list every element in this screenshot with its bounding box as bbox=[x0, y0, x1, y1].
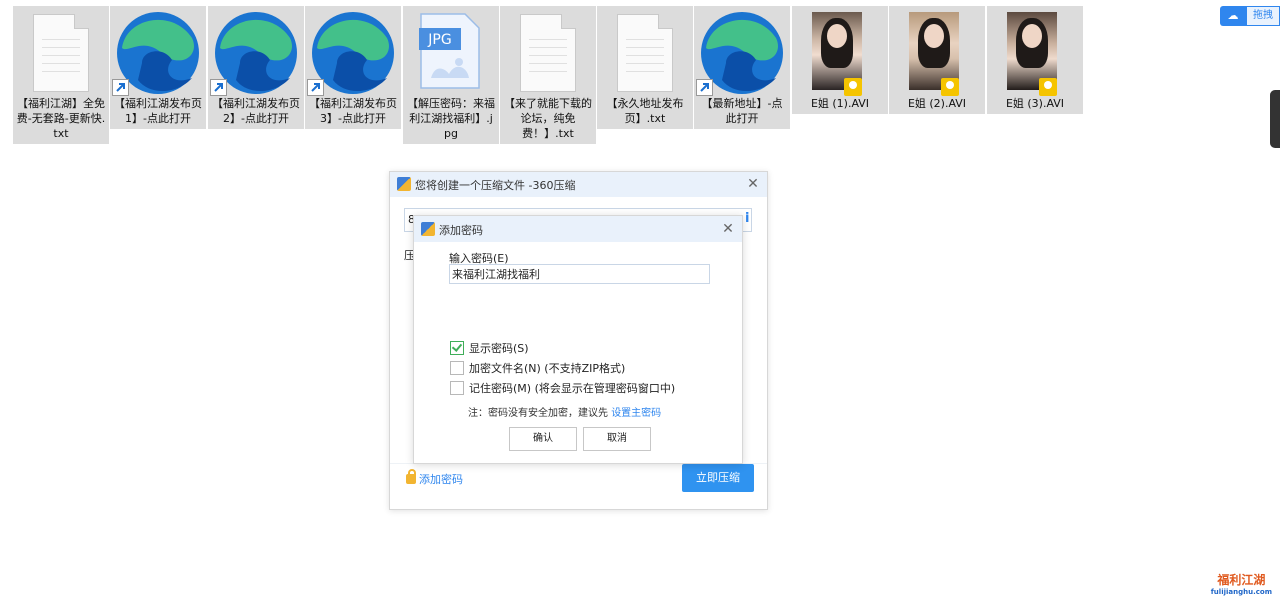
file-item-video[interactable]: E姐 (3).AVI bbox=[987, 6, 1083, 114]
shortcut-arrow-icon bbox=[307, 79, 324, 96]
confirm-button[interactable]: 确认 bbox=[509, 427, 577, 451]
file-label: 【福利江湖发布页1】-点此打开 bbox=[114, 97, 202, 125]
file-label: 【永久地址发布页】.txt bbox=[606, 97, 684, 125]
file-item-video[interactable]: E姐 (2).AVI bbox=[889, 6, 985, 114]
player-icon bbox=[941, 78, 959, 96]
file-item-txt[interactable]: 【永久地址发布页】.txt bbox=[597, 6, 693, 129]
file-label: E姐 (2).AVI bbox=[907, 97, 967, 110]
compress-dialog-titlebar: 您将创建一个压缩文件 -360压缩 ✕ bbox=[390, 172, 767, 197]
file-item-txt[interactable]: 【来了就能下载的论坛，纯免费！】.txt bbox=[500, 6, 596, 144]
checkbox-checked-icon bbox=[450, 341, 464, 355]
compress-now-button[interactable]: 立即压缩 bbox=[682, 464, 754, 492]
compress-dialog-title: 您将创建一个压缩文件 -360压缩 bbox=[415, 179, 576, 192]
file-item-shortcut[interactable]: 【最新地址】-点此打开 bbox=[694, 6, 790, 129]
close-icon[interactable]: ✕ bbox=[721, 222, 735, 236]
note-text: 注：密码没有安全加密，建议先 bbox=[468, 408, 612, 419]
video-thumbnail bbox=[889, 6, 985, 96]
set-master-password-link[interactable]: 设置主密码 bbox=[611, 408, 661, 419]
file-item-jpg[interactable]: JPG 【解压密码：来福利江湖找福利】.jpg bbox=[403, 6, 499, 144]
add-password-label: 添加密码 bbox=[419, 473, 463, 486]
browse-icon[interactable]: i bbox=[745, 210, 753, 228]
checkbox-label: 记住密码(M) (将会显示在管理密码窗口中) bbox=[469, 382, 676, 395]
player-icon bbox=[1039, 78, 1057, 96]
password-input[interactable] bbox=[449, 264, 710, 284]
video-thumbnail bbox=[792, 6, 888, 96]
file-item-shortcut[interactable]: 【福利江湖发布页3】-点此打开 bbox=[305, 6, 401, 129]
edge-browser-icon bbox=[694, 6, 790, 96]
checkbox-label: 加密文件名(N) (不支持ZIP格式) bbox=[469, 362, 626, 375]
checkbox-icon bbox=[450, 381, 464, 395]
site-watermark-logo: 福利江湖 fulijianghu.com bbox=[1211, 571, 1272, 596]
edge-browser-icon bbox=[110, 6, 206, 96]
file-item-video[interactable]: E姐 (1).AVI bbox=[792, 6, 888, 114]
shortcut-arrow-icon bbox=[696, 79, 713, 96]
file-item-shortcut[interactable]: 【福利江湖发布页2】-点此打开 bbox=[208, 6, 304, 129]
file-item-shortcut[interactable]: 【福利江湖发布页1】-点此打开 bbox=[110, 6, 206, 129]
file-label: 【福利江湖发布页3】-点此打开 bbox=[309, 97, 397, 125]
close-icon[interactable]: ✕ bbox=[746, 177, 760, 191]
360-zip-icon bbox=[397, 177, 411, 191]
text-file-icon bbox=[597, 6, 693, 94]
360-zip-icon bbox=[421, 222, 435, 236]
checkbox-label: 显示密码(S) bbox=[469, 342, 529, 355]
watermark-brand: 福利江湖 bbox=[1217, 573, 1266, 587]
shortcut-arrow-icon bbox=[112, 79, 129, 96]
remember-password-checkbox[interactable]: 记住密码(M) (将会显示在管理密码窗口中) bbox=[450, 381, 675, 397]
file-label: E姐 (1).AVI bbox=[810, 97, 870, 110]
edge-browser-icon bbox=[305, 6, 401, 96]
baidu-netdisk-widget[interactable]: ☁ 拖拽 bbox=[1220, 6, 1280, 26]
add-password-dialog: 添加密码 ✕ 输入密码(E) 显示密码(S) 加密文件名(N) (不支持ZIP格… bbox=[413, 215, 743, 464]
side-panel-handle[interactable] bbox=[1270, 90, 1280, 148]
file-label: 【解压密码：来福利江湖找福利】.jpg bbox=[407, 97, 495, 140]
jpg-file-icon: JPG bbox=[403, 6, 499, 94]
password-dialog-titlebar: 添加密码 ✕ bbox=[414, 216, 742, 242]
player-icon bbox=[844, 78, 862, 96]
cloud-icon: ☁ bbox=[1220, 6, 1246, 26]
encrypt-filenames-checkbox[interactable]: 加密文件名(N) (不支持ZIP格式) bbox=[450, 361, 625, 377]
file-label: 【来了就能下载的论坛，纯免费！】.txt bbox=[504, 97, 592, 140]
text-file-icon bbox=[500, 6, 596, 94]
text-file-icon bbox=[13, 6, 109, 94]
shortcut-arrow-icon bbox=[210, 79, 227, 96]
checkbox-icon bbox=[450, 361, 464, 375]
cancel-button[interactable]: 取消 bbox=[583, 427, 651, 451]
watermark-domain: fulijianghu.com bbox=[1210, 588, 1272, 596]
file-label: 【最新地址】-点此打开 bbox=[701, 97, 783, 125]
file-label: E姐 (3).AVI bbox=[1005, 97, 1065, 110]
add-password-link[interactable]: 添加密码 bbox=[406, 469, 463, 487]
jpg-badge: JPG bbox=[427, 32, 451, 48]
file-label: 【福利江湖】全免费-无套路-更新快.txt bbox=[16, 97, 106, 140]
password-dialog-title: 添加密码 bbox=[439, 224, 483, 237]
widget-caption: 拖拽 bbox=[1246, 6, 1280, 26]
show-password-checkbox[interactable]: 显示密码(S) bbox=[450, 341, 529, 357]
video-thumbnail bbox=[987, 6, 1083, 96]
file-item-txt[interactable]: 【福利江湖】全免费-无套路-更新快.txt bbox=[13, 6, 109, 144]
file-label: 【福利江湖发布页2】-点此打开 bbox=[212, 97, 300, 125]
lock-icon bbox=[406, 469, 416, 484]
edge-browser-icon bbox=[208, 6, 304, 96]
security-note: 注：密码没有安全加密，建议先 设置主密码 bbox=[468, 404, 661, 419]
